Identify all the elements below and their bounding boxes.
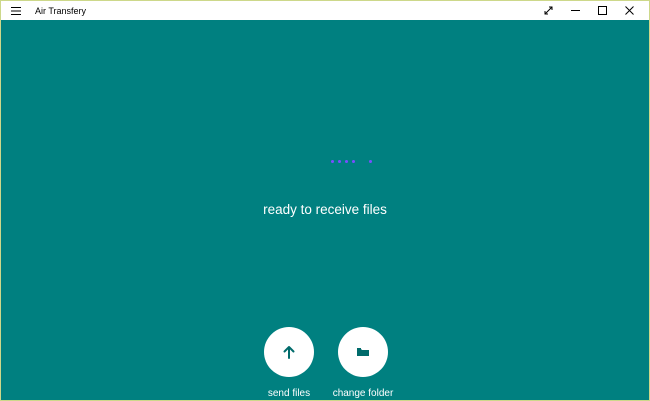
close-button[interactable]	[616, 1, 643, 20]
change-folder-label: change folder	[332, 388, 394, 399]
title-bar: Air Transfery	[1, 1, 649, 20]
change-folder-action: change folder	[323, 327, 403, 399]
progress-dot	[345, 160, 348, 163]
send-files-action: send files	[249, 327, 329, 399]
main-content: ready to receive files send files change…	[1, 20, 649, 400]
hamburger-menu-button[interactable]	[1, 1, 31, 20]
progress-dot	[331, 160, 334, 163]
send-files-label: send files	[267, 388, 311, 399]
folder-icon	[357, 348, 369, 356]
upload-arrow-icon	[283, 346, 295, 359]
expand-button[interactable]	[535, 1, 562, 20]
close-icon	[625, 6, 634, 15]
minimize-button[interactable]	[562, 1, 589, 20]
progress-dots	[326, 160, 376, 164]
app-title: Air Transfery	[35, 5, 87, 16]
progress-dot	[338, 160, 341, 163]
send-files-button[interactable]	[264, 327, 314, 377]
app-window: Air Transfery ready to receive files sen…	[0, 0, 650, 401]
expand-icon	[544, 6, 553, 15]
change-folder-button[interactable]	[338, 327, 388, 377]
progress-dot	[352, 160, 355, 163]
progress-dot	[369, 160, 372, 163]
hamburger-icon	[11, 6, 21, 15]
minimize-icon	[571, 10, 580, 11]
maximize-button[interactable]	[589, 1, 616, 20]
maximize-icon	[598, 6, 607, 15]
status-text: ready to receive files	[263, 202, 387, 217]
